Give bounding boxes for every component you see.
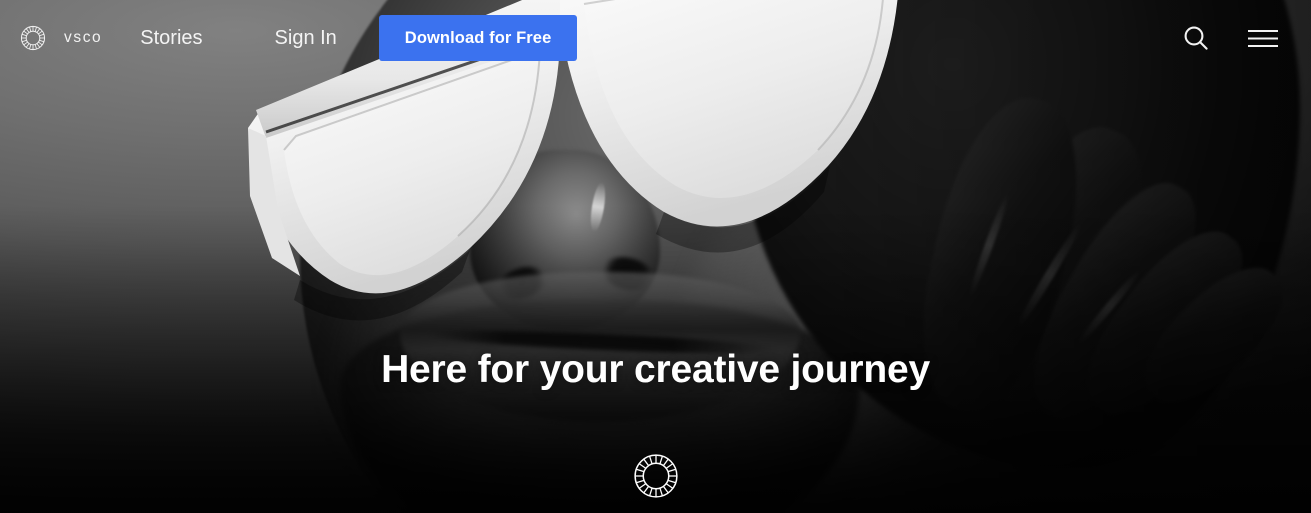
nav-link-sign-in[interactable]: Sign In (275, 20, 337, 56)
menu-button[interactable] (1247, 26, 1279, 50)
vsco-ring-logo-icon (20, 25, 46, 51)
nav-links-group: Stories Sign In (140, 20, 337, 56)
vsco-ring-scroll-indicator-icon (633, 454, 678, 498)
brand-home-link[interactable]: vsco (16, 21, 102, 55)
hero-headline: Here for your creative journey (381, 348, 930, 391)
nav-actions-group (1181, 23, 1311, 53)
brand-wordmark: vsco (64, 29, 103, 47)
search-icon (1184, 26, 1208, 50)
hamburger-menu-icon (1248, 29, 1278, 48)
scroll-down-indicator-button[interactable] (627, 447, 685, 505)
top-navigation-bar: vsco Stories Sign In Download for Free (0, 0, 1311, 76)
nav-link-stories[interactable]: Stories (140, 20, 202, 56)
photo-vignette-bottom (0, 0, 1311, 513)
hero-background-photo (0, 0, 1311, 513)
search-button[interactable] (1181, 23, 1211, 53)
vsco-landing-page: vsco Stories Sign In Download for Free H… (0, 0, 1311, 513)
download-for-free-button[interactable]: Download for Free (378, 15, 578, 61)
